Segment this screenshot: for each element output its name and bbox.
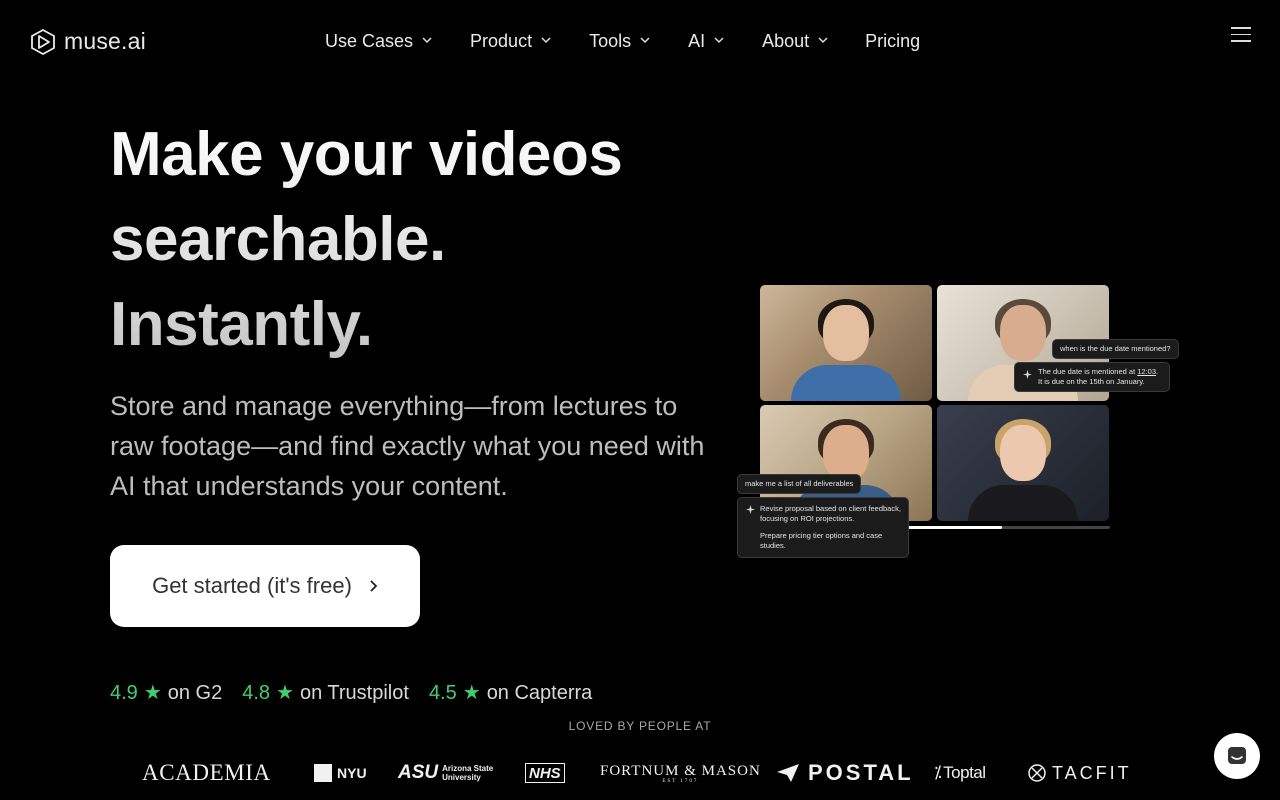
nav-item-ai[interactable]: AI [688, 31, 725, 52]
sparkle-icon [1022, 369, 1033, 380]
asu-text: ASU [398, 762, 439, 783]
star-icon: ★ [462, 682, 481, 704]
answer-timestamp-link[interactable]: 12:03 [1137, 367, 1156, 376]
main-menu: Use Cases Product Tools AI About Pricing [325, 31, 920, 52]
hero-subheadline: Store and manage everything—from lecture… [110, 391, 705, 501]
logo-toptal: ⁒ Toptal [934, 758, 986, 788]
chat-support-button[interactable] [1214, 733, 1260, 779]
headline-line-1: Make your videos [110, 120, 623, 189]
nav-item-use-cases[interactable]: Use Cases [325, 31, 433, 52]
nav-item-label: Tools [589, 31, 632, 51]
get-started-button[interactable]: Get started (it's free) [110, 545, 420, 627]
tacfit-mark-icon [1028, 764, 1046, 782]
chat-question-bubble: when is the due date mentioned? [1052, 339, 1179, 359]
answer-text-pre: The due date is mentioned at [1038, 367, 1138, 376]
video-tile [937, 405, 1109, 521]
rating-score: 4.5 [428, 682, 457, 704]
postal-text: POSTAL [808, 760, 914, 785]
asu-sub-line-1: Arizona State [442, 764, 494, 773]
nav-item-pricing[interactable]: Pricing [865, 31, 920, 52]
logo-tacfit: TACFIT [1028, 758, 1132, 788]
nav-item-label: Product [470, 31, 533, 51]
chat-answer-bubble: The due date is mentioned at 12:03. It i… [1014, 362, 1170, 392]
chevron-down-icon [640, 37, 650, 44]
chevron-right-icon [370, 580, 378, 592]
chat-icon [1228, 747, 1246, 764]
headline-line-2: searchable. [110, 205, 446, 274]
star-icon: ★ [276, 682, 294, 704]
deliverable-item: Revise proposal based on client feedback… [760, 504, 901, 523]
logo-asu: ASU Arizona State University [398, 758, 493, 788]
nav-item-tools[interactable]: Tools [589, 31, 651, 52]
chevron-down-icon [818, 37, 828, 44]
headline-line-3: Instantly. [110, 290, 373, 359]
nav-item-label: About [762, 31, 810, 51]
participant-avatar [791, 299, 901, 401]
asu-subtext: Arizona State University [442, 764, 493, 782]
top-nav: muse.ai Use Cases Product Tools AI About… [0, 0, 1280, 84]
logo-postal: POSTAL [776, 758, 914, 788]
participant-avatar [968, 419, 1078, 521]
fortnum-subtext: EST 1707 [662, 778, 699, 784]
star-icon: ★ [143, 682, 162, 704]
rating-site: on Capterra [486, 682, 593, 704]
chat-answer-bubble: Revise proposal based on client feedback… [737, 497, 909, 558]
rating-score: 4.8 [242, 682, 271, 704]
toptal-text: Toptal [943, 763, 986, 782]
logo-nhs: NHS [525, 763, 565, 783]
rating-trustpilot[interactable]: 4.8 ★ on Trustpilot [242, 680, 409, 705]
chevron-down-icon [541, 37, 551, 44]
fortnum-text: FORTNUM & MASON [600, 762, 761, 779]
chevron-down-icon [714, 37, 724, 44]
ratings-row: 4.9 ★ on G2 4.8 ★ on Trustpilot 4.5 ★ on… [110, 680, 612, 705]
rating-g2[interactable]: 4.9 ★ on G2 [110, 680, 222, 705]
deliverable-item: Prepare pricing tier options and case st… [760, 531, 883, 550]
loved-by-heading: LOVED BY PEOPLE AT [568, 719, 712, 733]
logo-nyu: NYU [314, 758, 367, 788]
chevron-down-icon [422, 37, 432, 44]
rating-site: on G2 [167, 682, 223, 704]
rating-capterra[interactable]: 4.5 ★ on Capterra [429, 680, 592, 705]
nav-item-label: AI [688, 31, 706, 51]
nyu-text: NYU [337, 765, 367, 781]
toptal-mark-icon: ⁒ [934, 763, 942, 782]
nav-item-label: Use Cases [325, 31, 414, 51]
nyu-torch-icon [314, 764, 332, 782]
rating-score: 4.9 [110, 682, 138, 704]
rating-site: on Trustpilot [299, 682, 409, 704]
nav-item-label: Pricing [865, 31, 921, 51]
logo-fortnum-mason: FORTNUM & MASON EST 1707 [600, 758, 761, 788]
chat-question-bubble: make me a list of all deliverables [737, 474, 862, 494]
video-tile [760, 285, 932, 401]
tacfit-text: TACFIT [1052, 762, 1132, 783]
customer-logos: ACADEMIA NYU ASU Arizona State Universit… [0, 758, 1280, 788]
get-started-label: Get started (it's free) [152, 573, 352, 598]
logo-academia: ACADEMIA [142, 760, 271, 785]
sparkle-icon [745, 504, 756, 515]
hamburger-icon[interactable] [1231, 27, 1251, 43]
brand-logo[interactable]: muse.ai [30, 28, 146, 55]
paper-plane-icon [777, 764, 799, 782]
hero-headline: Make your videos searchable. Instantly. [110, 112, 750, 367]
nav-item-about[interactable]: About [762, 31, 829, 52]
nav-item-product[interactable]: Product [470, 31, 552, 52]
brand-name: muse.ai [64, 28, 146, 54]
muse-logo-icon [31, 28, 55, 55]
asu-sub-line-2: University [442, 773, 481, 782]
